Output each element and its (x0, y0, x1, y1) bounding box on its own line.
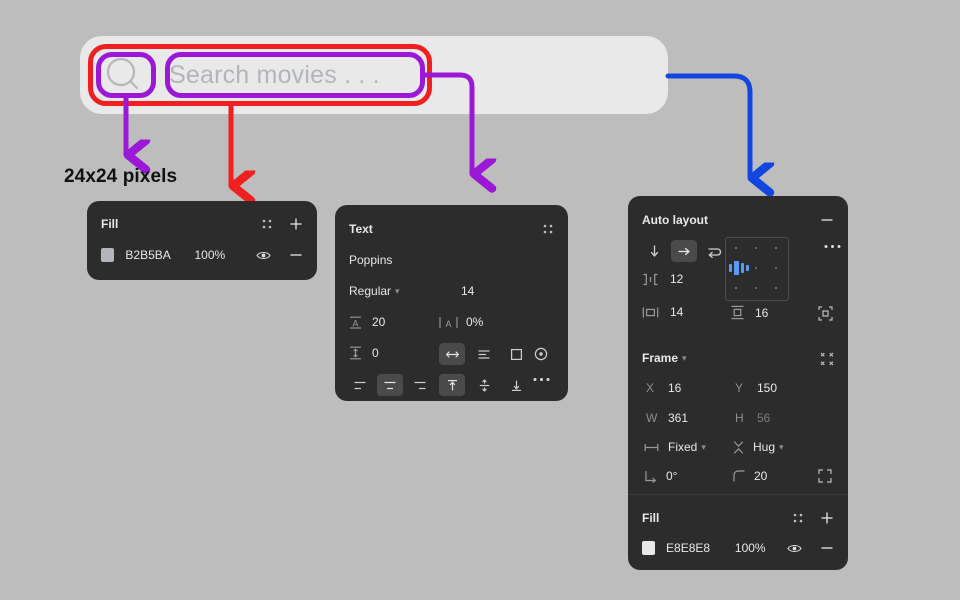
paragraph-spacing-icon (349, 346, 362, 360)
callout-label-24x24: 24x24 pixels (64, 166, 178, 187)
align-dot[interactable] (755, 287, 757, 289)
auto-height-icon[interactable] (471, 343, 497, 365)
horizontal-padding-icon (642, 306, 659, 319)
font-size-value[interactable]: 14 (461, 284, 474, 298)
alignment-grid[interactable] (725, 237, 789, 301)
align-dot[interactable] (775, 247, 777, 249)
more-options-icon[interactable] (824, 244, 841, 249)
auto-layout-title: Auto layout (642, 213, 708, 227)
auto-width-icon[interactable] (439, 343, 465, 365)
chevron-down-icon[interactable]: ▾ (682, 353, 687, 364)
styles-grid-icon[interactable] (793, 513, 804, 524)
rotation-icon (644, 470, 657, 483)
paragraph-spacing-value[interactable]: 0 (372, 346, 379, 360)
align-right-icon[interactable] (407, 374, 433, 396)
text-panel: Text Poppins Regular ▾ 14 A 20 A 0% 0 (335, 205, 568, 401)
align-bottom-icon[interactable] (503, 374, 529, 396)
minus-icon[interactable] (820, 541, 834, 555)
line-height-icon: A (349, 316, 362, 329)
align-dot[interactable] (755, 247, 757, 249)
canvas: Search movies . . . 24x24 pixels Fill B2… (0, 0, 960, 600)
panel-divider (628, 494, 848, 495)
plus-icon[interactable] (289, 217, 303, 231)
eye-icon[interactable] (256, 250, 271, 261)
align-dot[interactable] (735, 247, 737, 249)
y-value[interactable]: 150 (757, 381, 777, 395)
align-dot[interactable] (735, 287, 737, 289)
gap-between-icon (642, 273, 659, 286)
more-options-icon[interactable] (533, 377, 550, 382)
x-label: X (646, 381, 655, 395)
fill-opacity-value[interactable]: 100% (735, 541, 787, 555)
align-top-icon[interactable] (439, 374, 465, 396)
fill-panel-title: Fill (101, 217, 119, 231)
horizontal-resizing-icon (644, 443, 659, 452)
frame-section-title: Frame (642, 351, 679, 365)
align-dot[interactable] (775, 267, 777, 269)
fill-hex-value[interactable]: E8E8E8 (666, 541, 735, 555)
vertical-padding-value[interactable]: 16 (755, 306, 768, 320)
auto-layout-panel: Auto layout 12 14 16 Frame ▾ X 16 Y 150 … (628, 196, 848, 570)
type-settings-icon[interactable] (534, 347, 548, 361)
arrow-down-icon[interactable] (641, 240, 667, 262)
line-height-value[interactable]: 20 (372, 315, 385, 329)
vertical-resizing-icon (733, 440, 744, 454)
y-label: Y (735, 381, 744, 395)
wrap-icon[interactable] (701, 240, 727, 262)
purple-highlight-icon-box (96, 52, 156, 98)
w-value[interactable]: 361 (668, 411, 688, 425)
font-family-value[interactable]: Poppins (349, 253, 392, 267)
fill-color-swatch[interactable] (101, 248, 115, 262)
minus-icon[interactable] (820, 213, 834, 227)
chevron-down-icon[interactable]: ▾ (701, 442, 706, 453)
minus-icon[interactable] (289, 248, 303, 262)
chevron-down-icon[interactable]: ▾ (779, 442, 784, 453)
fill-hex-value[interactable]: B2B5BA (125, 248, 194, 262)
text-panel-title: Text (349, 222, 373, 236)
corner-radius-value[interactable]: 20 (754, 469, 767, 483)
svg-text:A: A (445, 319, 451, 329)
fill-opacity-value[interactable]: 100% (194, 248, 252, 262)
align-preview-bars (729, 261, 749, 275)
svg-text:A: A (352, 318, 358, 328)
independent-corners-icon[interactable] (818, 469, 832, 483)
font-weight-value[interactable]: Regular (349, 284, 391, 298)
resize-to-fit-icon[interactable] (820, 352, 834, 366)
styles-grid-icon[interactable] (543, 224, 554, 235)
individual-padding-icon[interactable] (818, 306, 833, 321)
letter-spacing-icon: A (439, 316, 458, 329)
align-dot[interactable] (755, 267, 757, 269)
align-left-icon[interactable] (347, 374, 373, 396)
rotation-value[interactable]: 0° (666, 469, 677, 483)
auto-layout-fill-title: Fill (642, 511, 660, 525)
purple-highlight-field-box (165, 52, 425, 98)
gap-value[interactable]: 12 (670, 272, 683, 286)
h-value[interactable]: 56 (757, 411, 770, 425)
horizontal-resizing-value[interactable]: Fixed (668, 440, 697, 454)
w-label: W (646, 411, 658, 425)
eye-icon[interactable] (787, 543, 802, 554)
letter-spacing-value[interactable]: 0% (466, 315, 483, 329)
fill-panel: Fill B2B5BA 100% (87, 201, 317, 280)
chevron-down-icon[interactable]: ▾ (395, 286, 400, 297)
fill-color-swatch[interactable] (642, 541, 656, 555)
fixed-size-icon[interactable] (503, 343, 529, 365)
align-dot[interactable] (775, 287, 777, 289)
plus-icon[interactable] (820, 511, 834, 525)
styles-grid-icon[interactable] (262, 219, 273, 230)
h-label: H (735, 411, 744, 425)
horizontal-padding-value[interactable]: 14 (670, 305, 683, 319)
align-middle-icon[interactable] (471, 374, 497, 396)
corner-radius-icon (733, 470, 745, 482)
vertical-resizing-value[interactable]: Hug (753, 440, 775, 454)
vertical-padding-icon (730, 305, 745, 320)
align-center-icon[interactable] (377, 374, 403, 396)
x-value[interactable]: 16 (668, 381, 681, 395)
arrow-right-icon[interactable] (671, 240, 697, 262)
